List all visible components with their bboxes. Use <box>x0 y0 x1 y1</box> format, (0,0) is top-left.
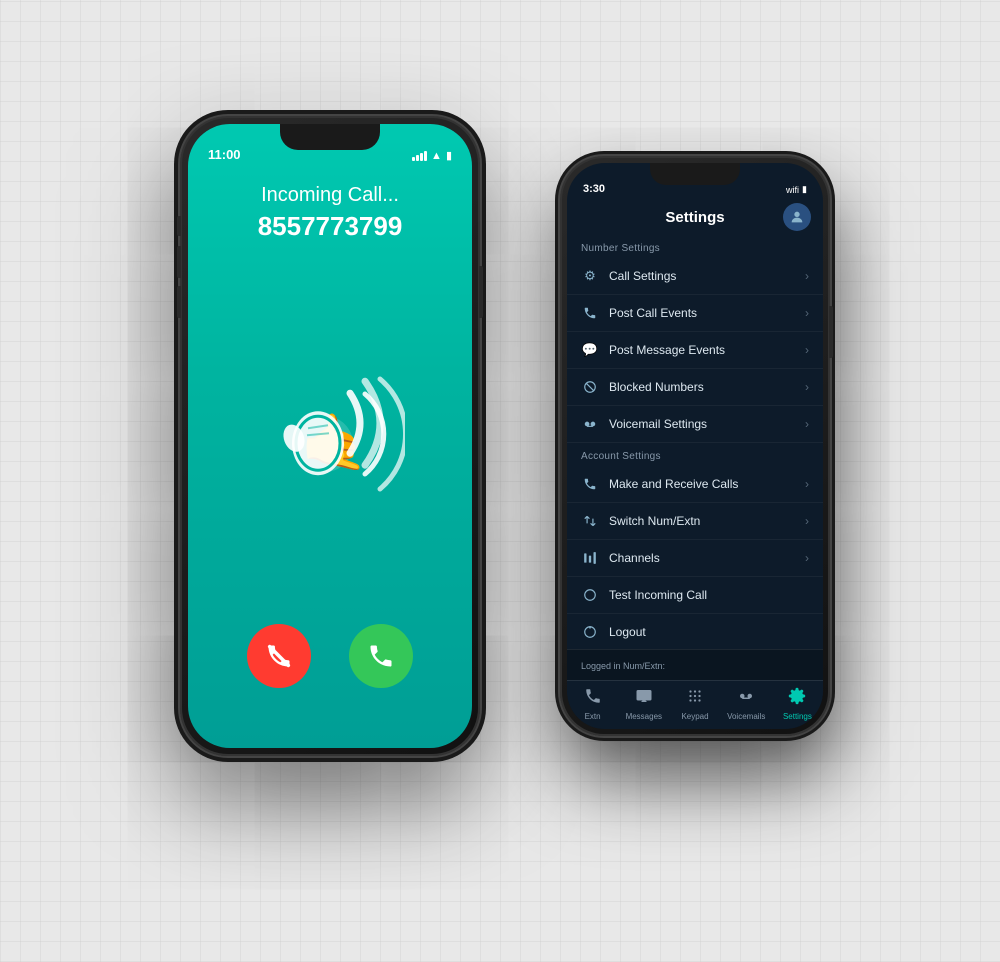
silence-button[interactable] <box>177 216 181 236</box>
switch-num-chevron: › <box>805 514 809 528</box>
post-call-events-item[interactable]: Post Call Events › <box>567 295 823 332</box>
wifi-icon-right: wifi <box>786 185 799 195</box>
number-settings-label: Number Settings <box>567 235 823 258</box>
voicemail-chevron: › <box>805 417 809 431</box>
channels-chevron: › <box>805 551 809 565</box>
post-message-chevron: › <box>805 343 809 357</box>
tab-settings-label: Settings <box>783 712 812 721</box>
incoming-label: Incoming Call... <box>188 184 472 207</box>
logged-in-text: Logged in Num/Extn: <box>581 661 665 671</box>
left-notch <box>280 124 380 150</box>
blocked-icon <box>581 378 599 396</box>
call-action-buttons <box>188 624 472 688</box>
logout-item[interactable]: Logout <box>567 614 823 649</box>
settings-header: Settings <box>567 199 823 235</box>
volume-down-button[interactable] <box>177 286 181 318</box>
voicemail-settings-item[interactable]: Voicemail Settings › <box>567 406 823 443</box>
call-settings-icon: ⚙ <box>581 267 599 285</box>
settings-title: Settings <box>665 209 724 226</box>
blocked-chevron: › <box>805 380 809 394</box>
power-button-right[interactable] <box>829 306 833 358</box>
profile-icon[interactable] <box>783 203 811 231</box>
wifi-icon: ▲ <box>431 150 442 162</box>
post-call-label: Post Call Events <box>609 306 805 320</box>
power-button-left[interactable] <box>479 266 483 318</box>
blocked-numbers-item[interactable]: Blocked Numbers › <box>567 369 823 406</box>
right-time: 3:30 <box>583 183 605 195</box>
call-settings-chevron: › <box>805 269 809 283</box>
caller-number: 8557773799 <box>188 211 472 242</box>
test-incoming-call-item[interactable]: Test Incoming Call <box>567 577 823 614</box>
incoming-call-info: Incoming Call... 8557773799 <box>188 184 472 242</box>
blocked-label: Blocked Numbers <box>609 380 805 394</box>
post-message-icon: 💬 <box>581 341 599 359</box>
make-receive-icon <box>581 475 599 493</box>
channels-item[interactable]: Channels › <box>567 540 823 577</box>
battery-icon: ▮ <box>446 149 452 162</box>
logout-icon <box>581 623 599 641</box>
tab-voicemails[interactable]: Voicemails <box>721 687 772 721</box>
tab-messages[interactable]: Messages <box>618 687 669 721</box>
make-receive-chevron: › <box>805 477 809 491</box>
tab-messages-label: Messages <box>626 712 662 721</box>
settings-content: Number Settings ⚙ Call Settings › Post C… <box>567 235 823 649</box>
make-receive-label: Make and Receive Calls <box>609 477 805 491</box>
switch-num-item[interactable]: Switch Num/Extn › <box>567 503 823 540</box>
left-status-icons: ▲ ▮ <box>412 149 452 162</box>
tab-extn-label: Extn <box>585 712 601 721</box>
channels-label: Channels <box>609 551 805 565</box>
signal-icon <box>412 151 427 161</box>
decline-button[interactable] <box>247 624 311 688</box>
post-message-events-item[interactable]: 💬 Post Message Events › <box>567 332 823 369</box>
call-settings-item[interactable]: ⚙ Call Settings › <box>567 258 823 295</box>
tab-keypad[interactable]: Keypad <box>669 687 720 721</box>
keypad-icon <box>686 687 704 710</box>
post-call-chevron: › <box>805 306 809 320</box>
right-phone: 3:30 wifi ▮ Settings <box>560 156 830 736</box>
right-notch <box>650 163 740 185</box>
account-settings-label: Account Settings <box>567 443 823 466</box>
tab-extn[interactable]: Extn <box>567 687 618 721</box>
post-message-label: Post Message Events <box>609 343 805 357</box>
left-phone: 11:00 ▲ ▮ Incoming Call... 8557773799 <box>180 116 480 756</box>
voicemail-label: Voicemail Settings <box>609 417 805 431</box>
make-receive-calls-item[interactable]: Make and Receive Calls › <box>567 466 823 503</box>
messages-icon <box>635 687 653 710</box>
tab-keypad-label: Keypad <box>681 712 708 721</box>
tab-voicemails-label: Voicemails <box>727 712 765 721</box>
call-settings-label: Call Settings <box>609 269 805 283</box>
app-logo <box>250 343 410 503</box>
battery-icon-right: ▮ <box>802 184 807 195</box>
voicemail-icon <box>581 415 599 433</box>
left-phone-screen: 11:00 ▲ ▮ Incoming Call... 8557773799 <box>188 124 472 748</box>
logout-label: Logout <box>609 625 809 639</box>
test-incoming-call-label: Test Incoming Call <box>609 588 809 602</box>
switch-num-icon <box>581 512 599 530</box>
logged-in-bar: Logged in Num/Extn: <box>567 649 823 680</box>
voicemails-tab-icon <box>737 687 755 710</box>
left-time: 11:00 <box>208 147 241 162</box>
switch-num-label: Switch Num/Extn <box>609 514 805 528</box>
channels-icon <box>581 549 599 567</box>
tab-bar: Extn Messages <box>567 680 823 729</box>
phones-container: 11:00 ▲ ▮ Incoming Call... 8557773799 <box>150 56 850 906</box>
right-phone-screen: 3:30 wifi ▮ Settings <box>567 163 823 729</box>
post-call-icon <box>581 304 599 322</box>
settings-tab-icon <box>788 687 806 710</box>
test-call-icon <box>581 586 599 604</box>
accept-button[interactable] <box>349 624 413 688</box>
right-status-icons: wifi ▮ <box>786 184 807 195</box>
volume-up-button[interactable] <box>177 246 181 278</box>
extn-icon <box>584 687 602 710</box>
tab-settings[interactable]: Settings <box>772 687 823 721</box>
